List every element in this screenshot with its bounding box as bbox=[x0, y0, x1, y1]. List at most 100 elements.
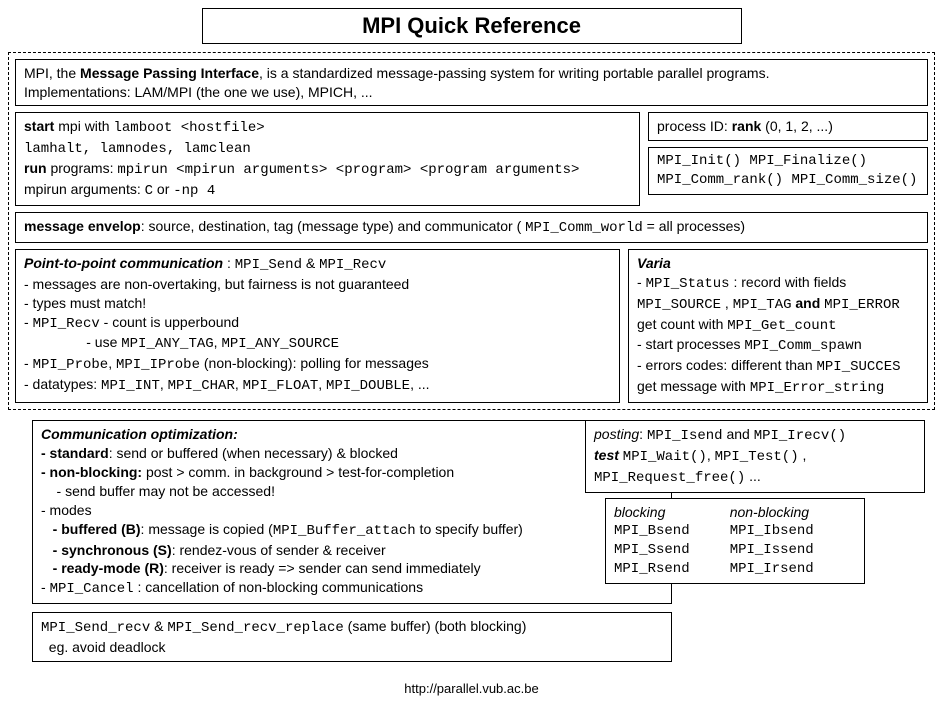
ptp-l6-post: , ... bbox=[410, 376, 429, 392]
varia-l1-post: : record with fields bbox=[730, 274, 847, 290]
mpi-error: MPI_ERROR bbox=[824, 297, 900, 313]
rank-box: process ID: rank (0, 1, 2, ...) bbox=[648, 112, 928, 141]
posting-and: and bbox=[723, 426, 754, 442]
ptp-l5-mid: , bbox=[108, 355, 116, 371]
envelop-text2: = all processes) bbox=[643, 218, 745, 234]
mpi-comm-rank: MPI_Comm_rank() bbox=[657, 172, 783, 188]
args-np: -np 4 bbox=[173, 183, 215, 199]
varia-l6-pre: get message with bbox=[637, 378, 750, 394]
ptp-amp: & bbox=[302, 255, 319, 271]
intro-text: MPI, the bbox=[24, 65, 80, 81]
main-reference-panel: MPI, the Message Passing Interface, is a… bbox=[8, 52, 935, 410]
varia-sep: , bbox=[721, 295, 733, 311]
ptp-l3-post: - count is upperbound bbox=[100, 314, 239, 330]
sendrecv-post: (same buffer) (both blocking) bbox=[344, 618, 527, 634]
mpi-status: MPI_Status bbox=[646, 276, 730, 292]
run-label: run bbox=[24, 160, 47, 176]
opt-synchronous: - synchronous (S) bbox=[41, 542, 172, 558]
point-to-point-box: Point-to-point communication : MPI_Send … bbox=[15, 249, 620, 403]
th-nonblocking: non-blocking bbox=[730, 503, 856, 522]
opt-rdy-post: : receiver is ready => sender can send i… bbox=[164, 560, 481, 576]
ptp-l4-pre: - use bbox=[24, 334, 121, 350]
lam-cmds: lamhalt, lamnodes, lamclean bbox=[24, 141, 251, 157]
start-label: start bbox=[24, 118, 54, 134]
mpi-error-string: MPI_Error_string bbox=[750, 380, 884, 396]
mpi-finalize: MPI_Finalize() bbox=[749, 153, 867, 169]
mpi-isend: MPI_Isend bbox=[647, 428, 723, 444]
mpi-get-count: MPI_Get_count bbox=[727, 318, 836, 334]
ptp-l6-pre: - datatypes: bbox=[24, 376, 101, 392]
varia-l5-pre: - errors codes: different than bbox=[637, 357, 817, 373]
args-or: or bbox=[153, 181, 173, 197]
mpirun-cmd: mpirun <mpirun arguments> <program> <pro… bbox=[117, 162, 579, 178]
ptp-l5-post: (non-blocking): polling for messages bbox=[200, 355, 429, 371]
sendrecv-l2: eg. avoid deadlock bbox=[41, 639, 166, 655]
opt-title: Communication optimization: bbox=[41, 426, 238, 442]
opt-syn-post: : rendez-vous of sender & receiver bbox=[172, 542, 386, 558]
rank-post: (0, 1, 2, ...) bbox=[761, 118, 833, 134]
intro-mpi-bold: Message Passing Interface bbox=[80, 65, 259, 81]
posting-colon: : bbox=[639, 426, 647, 442]
ptp-heading: Point-to-point communication bbox=[24, 255, 223, 271]
envelop-label: message envelop bbox=[24, 218, 141, 234]
ptp-l5-pre: - bbox=[24, 355, 33, 371]
mpi-float: MPI_FLOAT bbox=[243, 378, 319, 394]
opt-buf-post2: to specify buffer) bbox=[416, 521, 523, 537]
ptp-l1: - messages are non-overtaking, but fairn… bbox=[24, 276, 409, 292]
any-tag: MPI_ANY_TAG bbox=[121, 336, 213, 352]
mpi-ibsend: MPI_Ibsend bbox=[730, 522, 856, 541]
mpi-recv2: MPI_Recv bbox=[33, 316, 100, 332]
start-text: mpi with bbox=[54, 118, 113, 134]
ptp-l2: - types must match! bbox=[24, 295, 146, 311]
opt-nonblocking: - non-blocking: bbox=[41, 464, 142, 480]
intro-box: MPI, the Message Passing Interface, is a… bbox=[15, 59, 928, 107]
envelop-box: message envelop: source, destination, ta… bbox=[15, 212, 928, 243]
args-label: mpirun arguments: bbox=[24, 181, 145, 197]
opt-standard: - standard bbox=[41, 445, 109, 461]
mpi-int: MPI_INT bbox=[101, 378, 160, 394]
mpi-comm-spawn: MPI_Comm_spawn bbox=[744, 338, 862, 354]
optimization-section: Communication optimization: - standard : … bbox=[32, 420, 935, 604]
lamboot-cmd: lamboot <hostfile> bbox=[113, 120, 264, 136]
posting-box: posting: MPI_Isend and MPI_Irecv() test … bbox=[585, 420, 925, 493]
mpi-recv: MPI_Recv bbox=[319, 257, 386, 273]
any-source: MPI_ANY_SOURCE bbox=[221, 336, 339, 352]
mpi-probe: MPI_Probe bbox=[33, 357, 109, 373]
opt-buf-post: : message is copied ( bbox=[141, 521, 273, 537]
args-c: C bbox=[145, 183, 153, 199]
sendrecv-amp: & bbox=[150, 618, 167, 634]
page-title: MPI Quick Reference bbox=[202, 8, 742, 44]
mpi-source: MPI_SOURCE bbox=[637, 297, 721, 313]
test-dots: ... bbox=[745, 468, 761, 484]
buffer-attach: MPI_Buffer_attach bbox=[273, 523, 416, 539]
mpi-issend: MPI_Issend bbox=[730, 541, 856, 560]
mpi-init: MPI_Init() bbox=[657, 153, 741, 169]
opt-ready: - ready-mode (R) bbox=[41, 560, 164, 576]
test-label: test bbox=[594, 447, 619, 463]
varia-l3-pre: get count with bbox=[637, 316, 727, 332]
opt-nb2: - send buffer may not be accessed! bbox=[41, 483, 275, 499]
opt-cancel-post: : cancellation of non-blocking communica… bbox=[134, 579, 424, 595]
optimization-box: Communication optimization: - standard : … bbox=[32, 420, 672, 604]
varia-l1-pre: - bbox=[637, 274, 646, 290]
varia-l4-pre: - start processes bbox=[637, 336, 744, 352]
mpi-wait: MPI_Wait() bbox=[623, 449, 707, 465]
opt-modes: - modes bbox=[41, 502, 92, 518]
mpi-send-recv: MPI_Send_recv bbox=[41, 620, 150, 636]
mpi-char: MPI_CHAR bbox=[168, 378, 235, 394]
mpi-double: MPI_DOUBLE bbox=[326, 378, 410, 394]
modes-table-box: blocking non-blocking MPI_Bsend MPI_Ibse… bbox=[605, 498, 865, 584]
comm-world: MPI_Comm_world bbox=[525, 220, 643, 236]
intro-text: , is a standardized message-passing syst… bbox=[259, 65, 769, 81]
start-run-box: start mpi with lamboot <hostfile> lamhal… bbox=[15, 112, 640, 206]
mpi-send: MPI_Send bbox=[235, 257, 302, 273]
varia-title: Varia bbox=[637, 255, 671, 271]
varia-and: and bbox=[792, 295, 825, 311]
mpi-send-recv-replace: MPI_Send_recv_replace bbox=[167, 620, 343, 636]
mpi-iprobe: MPI_IProbe bbox=[116, 357, 200, 373]
envelop-text: : source, destination, tag (message type… bbox=[141, 218, 525, 234]
rank-bold: rank bbox=[732, 118, 762, 134]
rank-pre: process ID: bbox=[657, 118, 732, 134]
mpi-succes: MPI_SUCCES bbox=[817, 359, 901, 375]
th-blocking: blocking bbox=[614, 503, 730, 522]
